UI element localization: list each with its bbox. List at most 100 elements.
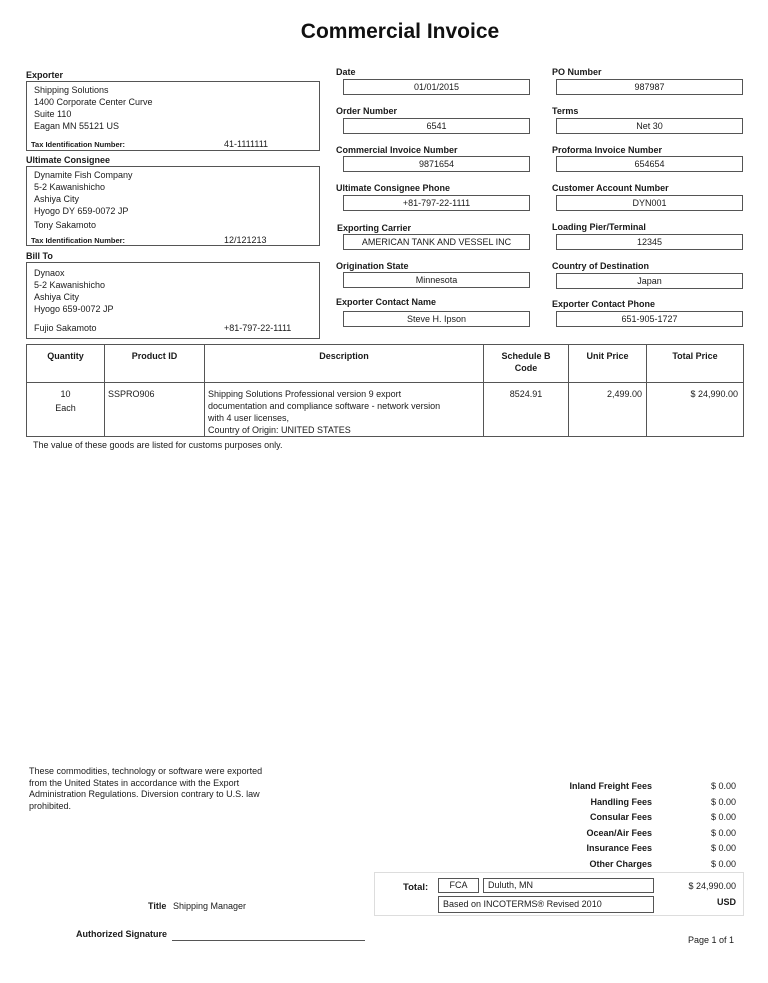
bill-to-label: Bill To — [26, 251, 53, 261]
exporting-carrier-field: AMERICAN TANK AND VESSEL INC — [343, 234, 530, 250]
commercial-invoice-number-field: 9871654 — [343, 156, 530, 172]
cell-description: Shipping Solutions Professional version … — [204, 382, 484, 437]
fees-list: Inland Freight Fees $ 0.00 Handling Fees… — [502, 781, 736, 874]
bill-to-phone: +81-797-22-1111 — [224, 323, 292, 333]
consignee-phone-label: Ultimate Consignee Phone — [336, 183, 451, 193]
tax-id-label: Tax Identification Number: — [31, 236, 126, 245]
consignee-phone-field: +81-797-22-1111 — [343, 195, 530, 211]
address-line: Ashiya City — [34, 292, 80, 302]
exporter-contact-name-field: Steve H. Ipson — [343, 311, 530, 327]
cell-product-id: SSPRO906 — [104, 382, 205, 437]
header-schedule-b: Schedule B Code — [483, 344, 569, 383]
origination-state-field: Minnesota — [343, 272, 530, 288]
fee-row-insurance: Insurance Fees $ 0.00 — [502, 843, 736, 859]
consignee-contact: Tony Sakamoto — [34, 220, 97, 230]
description-line: documentation and compliance software - … — [208, 401, 441, 411]
fee-label: Insurance Fees — [586, 843, 652, 853]
fee-row-consular: Consular Fees $ 0.00 — [502, 812, 736, 828]
table-header-row: Quantity Product ID Description Schedule… — [26, 344, 744, 383]
address-line: Hyogo DY 659-0072 JP — [34, 206, 129, 216]
fee-value: $ 0.00 — [710, 796, 736, 807]
terms-label: Terms — [552, 106, 579, 116]
address-line: Dynaox — [34, 268, 65, 278]
country-of-destination-label: Country of Destination — [552, 261, 649, 271]
fee-value: $ 0.00 — [710, 812, 736, 822]
description-line: with 4 user licenses, — [208, 413, 290, 423]
incoterm-place-field: Duluth, MN — [483, 878, 654, 893]
exporter-contact-phone-label: Exporter Contact Phone — [552, 299, 656, 309]
cell-quantity: 10 Each — [26, 382, 105, 437]
document-title: Commercial Invoice — [300, 20, 500, 43]
consignee-address: Dynamite Fish Company 5-2 Kawanishicho A… — [27, 167, 319, 231]
address-line: Shipping Solutions — [34, 85, 109, 95]
table-row: 10 Each SSPRO906 Shipping Solutions Prof… — [26, 382, 744, 437]
fee-row-ocean-air: Ocean/Air Fees $ 0.00 — [502, 828, 736, 844]
commercial-invoice-number-label: Commercial Invoice Number — [336, 145, 458, 155]
exporter-contact-phone-field: 651-905-1727 — [556, 311, 743, 327]
po-number-label: PO Number — [552, 67, 602, 77]
cell-total-price: $ 24,990.00 — [646, 382, 744, 437]
quantity-value: 10 — [60, 389, 71, 399]
loading-pier-label: Loading Pier/Terminal — [552, 222, 646, 232]
address-line: 5-2 Kawanishicho — [34, 182, 106, 192]
statement-line: prohibited. — [29, 800, 72, 811]
statement-line: from the United States in accordance wit… — [29, 777, 240, 788]
header-total-price: Total Price — [646, 344, 744, 383]
quantity-unit: Each — [55, 403, 76, 413]
address-line: 1400 Corporate Center Curve — [34, 97, 153, 107]
customs-note: The value of these goods are listed for … — [33, 440, 283, 450]
header-schedule-b-line1: Schedule B — [501, 351, 551, 361]
signature-line[interactable] — [172, 940, 365, 941]
date-label: Date — [336, 67, 356, 77]
proforma-invoice-number-field: 654654 — [556, 156, 743, 172]
total-amount: $ 24,990.00 — [688, 881, 736, 891]
fee-label: Consular Fees — [589, 812, 652, 822]
cell-schedule-b: 8524.91 — [483, 382, 569, 437]
title-label: Title — [148, 901, 167, 911]
loading-pier-field: 12345 — [556, 234, 743, 250]
address-line: Suite 110 — [34, 109, 72, 119]
statement-line: Administration Regulations. Diversion co… — [29, 789, 260, 799]
authorized-signature-label: Authorized Signature — [76, 929, 168, 939]
origination-state-label: Origination State — [336, 261, 409, 271]
description-line: Country of Origin: UNITED STATES — [208, 425, 351, 435]
bill-to-address: Dynaox 5-2 Kawanishicho Ashiya City Hyog… — [27, 263, 319, 315]
fee-value: $ 0.00 — [710, 843, 736, 853]
consignee-tax-row: Tax Identification Number: 12/121213 — [31, 235, 319, 245]
proforma-invoice-number-label: Proforma Invoice Number — [552, 145, 663, 155]
header-quantity: Quantity — [26, 344, 105, 383]
header-description: Description — [204, 344, 484, 383]
consignee-box: Dynamite Fish Company 5-2 Kawanishicho A… — [26, 166, 320, 246]
fee-label: Handling Fees — [590, 796, 652, 807]
fee-label: Inland Freight Fees — [569, 781, 652, 791]
country-of-destination-field: Japan — [556, 273, 743, 289]
address-line: 5-2 Kawanishicho — [34, 280, 106, 290]
tax-id-label: Tax Identification Number: — [31, 140, 126, 149]
header-schedule-b-line2: Code — [514, 363, 538, 373]
exporter-label: Exporter — [26, 70, 64, 80]
total-label: Total: — [403, 882, 429, 893]
bill-to-contact: Fujio Sakamoto — [34, 323, 97, 333]
export-statement: These commodities, technology or softwar… — [29, 766, 262, 812]
tax-id-value: 12/121213 — [224, 235, 267, 245]
address-line: Hyogo 659-0072 JP — [34, 304, 114, 314]
order-number-field: 6541 — [343, 118, 530, 134]
order-number-label: Order Number — [336, 106, 398, 116]
header-product-id: Product ID — [104, 344, 205, 383]
page-number: Page 1 of 1 — [688, 935, 735, 945]
cell-unit-price: 2,499.00 — [568, 382, 647, 437]
total-box: Total: FCA Duluth, MN Based on INCOTERMS… — [374, 872, 744, 916]
fee-row-handling: Handling Fees $ 0.00 — [502, 797, 736, 813]
po-number-field: 987987 — [556, 79, 743, 95]
exporter-box: Shipping Solutions 1400 Corporate Center… — [26, 81, 320, 151]
header-unit-price: Unit Price — [568, 344, 647, 383]
customer-account-number-field: DYN001 — [556, 195, 743, 211]
tax-id-value: 41-1111111 — [224, 139, 269, 149]
terms-field: Net 30 — [556, 118, 743, 134]
customer-account-number-label: Customer Account Number — [552, 183, 669, 193]
exporter-tax-row: Tax Identification Number: 41-1111111 — [31, 139, 319, 149]
consignee-label: Ultimate Consignee — [26, 155, 111, 165]
exporter-contact-name-label: Exporter Contact Name — [336, 297, 437, 307]
address-line: Dynamite Fish Company — [34, 170, 133, 180]
bill-to-box: Dynaox 5-2 Kawanishicho Ashiya City Hyog… — [26, 262, 320, 339]
